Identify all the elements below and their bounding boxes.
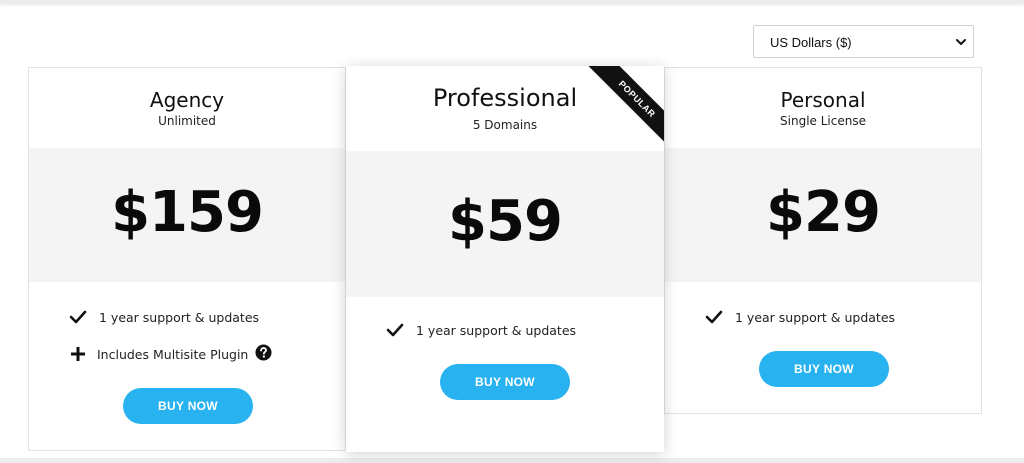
price-band: $29 xyxy=(665,148,981,282)
check-icon xyxy=(705,310,723,324)
currency-select[interactable]: US Dollars ($) xyxy=(753,25,974,58)
top-bar xyxy=(0,0,1024,4)
bottom-divider xyxy=(0,458,1024,463)
question-circle-icon[interactable] xyxy=(255,344,272,361)
plan-name: Agency xyxy=(149,88,225,112)
plus-icon xyxy=(71,347,85,361)
feature-text: 1 year support & updates xyxy=(99,310,260,325)
plan-card-professional: Professional 5 Domains POPULAR $59 1 yea… xyxy=(346,66,664,452)
price-band: $159 xyxy=(29,148,345,282)
plan-subtitle: Unlimited xyxy=(158,114,216,128)
check-icon xyxy=(69,310,87,324)
buy-now-button[interactable]: BUY NOW xyxy=(440,364,570,400)
feature-text: 1 year support & updates xyxy=(735,310,896,325)
chevron-down-icon xyxy=(956,39,966,45)
feature-text: 1 year support & updates xyxy=(416,323,577,338)
plan-subtitle: Single License xyxy=(780,114,866,128)
plan-card-personal: Personal Single License $29 1 year suppo… xyxy=(664,67,982,414)
check-icon xyxy=(386,323,404,337)
plan-price: $29 xyxy=(766,180,881,245)
price-band: $59 xyxy=(346,151,664,297)
plan-price: $159 xyxy=(111,180,264,245)
plan-subtitle: 5 Domains xyxy=(472,118,538,132)
buy-now-button[interactable]: BUY NOW xyxy=(759,351,889,387)
buy-now-button[interactable]: BUY NOW xyxy=(123,388,253,424)
feature-text: Includes Multisite Plugin xyxy=(97,347,249,362)
plan-name: Personal xyxy=(780,88,866,112)
currency-select-value: US Dollars ($) xyxy=(770,35,852,50)
plan-card-agency: Agency Unlimited $159 1 year support & u… xyxy=(28,67,346,451)
plan-price: $59 xyxy=(448,189,563,254)
